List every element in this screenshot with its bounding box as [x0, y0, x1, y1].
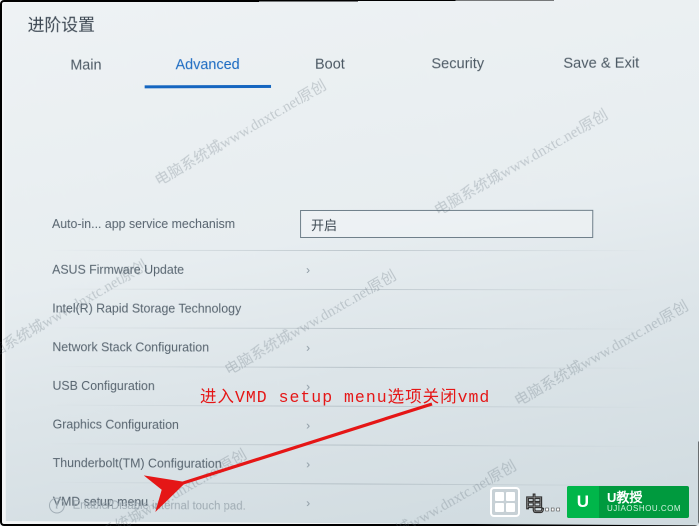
divider [48, 250, 655, 251]
logo-u-letter: U [577, 492, 589, 512]
row-thunderbolt-config[interactable]: Thunderbolt(TM) Configuration › [49, 446, 654, 483]
logo-u-small: UJIAOSHOU.COM [607, 504, 681, 513]
row-graphics-config[interactable]: Graphics Configuration › [49, 408, 655, 444]
auto-app-service-dropdown[interactable]: 开启 [300, 210, 593, 238]
info-icon: i [49, 498, 65, 514]
logo-u-big: U教授 [607, 491, 681, 504]
chevron-right-icon: › [306, 419, 310, 433]
grid-icon [490, 487, 520, 517]
divider [48, 327, 654, 329]
chevron-right-icon: › [306, 263, 310, 277]
tab-bar: Main Advanced Boot Security Save & Exit [28, 47, 676, 89]
logo-dnxtc: 电... [490, 487, 561, 517]
network-stack-label: Network Stack Configuration [52, 340, 300, 355]
intel-rst-label: Intel(R) Rapid Storage Technology [52, 302, 300, 316]
row-intel-rst[interactable]: Intel(R) Rapid Storage Technology [48, 292, 654, 327]
help-bar: i Enable/Disable internal touch pad. [49, 498, 246, 515]
chevron-right-icon: › [306, 457, 310, 471]
chevron-right-icon: › [306, 496, 310, 510]
help-text: Enable/Disable internal touch pad. [73, 500, 246, 513]
annotation-text: 进入VMD setup menu选项关闭vmd [200, 383, 490, 407]
row-network-stack[interactable]: Network Stack Configuration › [48, 330, 654, 365]
auto-app-service-label: Auto-in... app service mechanism [52, 217, 300, 231]
source-logos: 电... U U教授 UJIAOSHOU.COM [490, 486, 689, 518]
row-auto-app-service[interactable]: Auto-in... app service mechanism 开启 [48, 200, 655, 248]
asus-firmware-update-label: ASUS Firmware Update [52, 263, 300, 277]
logo-dnxtc-text: 电... [524, 488, 561, 517]
thunderbolt-config-label: Thunderbolt(TM) Configuration [53, 456, 300, 471]
graphics-config-label: Graphics Configuration [53, 418, 301, 433]
tab-main[interactable]: Main [28, 49, 145, 88]
divider [48, 289, 654, 291]
tab-advanced[interactable]: Advanced [144, 49, 271, 89]
logo-ujiaoshou: U U教授 UJIAOSHOU.COM [567, 486, 689, 518]
page-title: 进阶设置 [28, 8, 676, 36]
chevron-right-icon: › [306, 341, 310, 355]
tab-security[interactable]: Security [389, 48, 527, 88]
auto-app-service-value: 开启 [311, 214, 337, 233]
row-asus-firmware-update[interactable]: ASUS Firmware Update › [48, 253, 655, 287]
tab-save-exit[interactable]: Save & Exit [527, 47, 676, 87]
tab-boot[interactable]: Boot [271, 48, 389, 88]
